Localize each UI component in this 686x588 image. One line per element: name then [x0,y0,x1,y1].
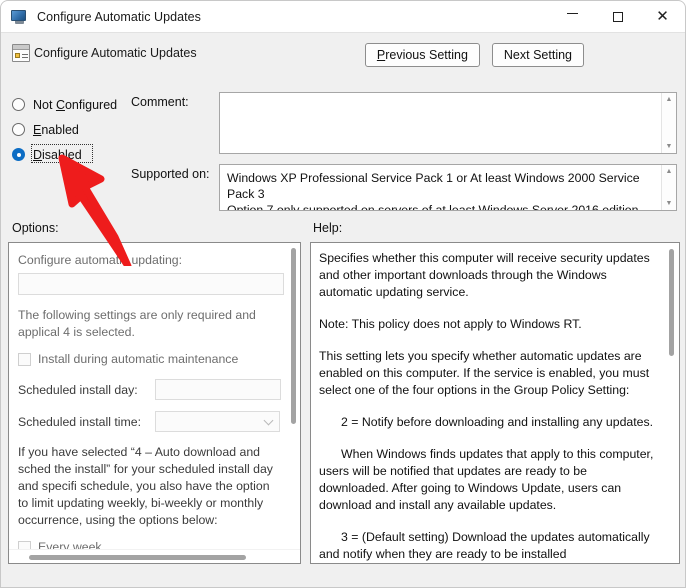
scheduled-install-day-label: Scheduled install day: [18,382,138,397]
supported-on-box: Windows XP Professional Service Pack 1 o… [219,164,677,211]
limit-updating-text: If you have selected “4 – Auto download … [18,445,273,527]
help-paragraph-5: When Windows finds updates that apply to… [319,447,654,512]
supported-on-line2: Option 7 only supported on servers of at… [227,203,639,210]
scrollbar-thumb[interactable] [669,249,674,356]
scheduled-install-day-row: Scheduled install day: [18,379,281,400]
scrollbar-thumb[interactable] [29,555,246,560]
help-paragraph-3: This setting lets you specify whether au… [319,349,650,397]
scheduled-install-day-select[interactable] [155,379,281,400]
policy-state-form: Not Configured Enabled Disabled Comment:… [1,83,685,214]
help-paragraph-6: 3 = (Default setting) Download the updat… [319,530,650,561]
checkbox-indicator [18,353,31,366]
options-content: Configure automatic updating: The follow… [9,243,287,549]
scheduled-install-time-row: Scheduled install time: [18,411,281,432]
scheduled-install-time-select[interactable] [155,411,280,432]
options-panel: Configure automatic updating: The follow… [8,242,301,564]
close-icon: ✕ [656,8,669,25]
setting-nav-buttons: Previous Setting Next Setting [364,43,584,67]
install-during-maintenance-label: Install during automatic maintenance [38,352,239,366]
window-title: Configure Automatic Updates [37,9,201,24]
policy-setting-icon [12,44,30,62]
supported-on-label: Supported on: [131,167,210,181]
options-vertical-scrollbar[interactable] [287,243,300,549]
configure-updating-label: Configure automatic updating: [18,253,183,267]
maximize-button[interactable] [595,1,640,32]
radio-not-configured[interactable]: Not Configured [12,92,117,117]
radio-indicator-enabled [12,123,25,136]
policy-state-radio-group: Not Configured Enabled Disabled [12,92,117,167]
configure-updating-select[interactable] [18,273,284,295]
chevron-down-icon [263,415,274,426]
policy-header: Configure Automatic Updates Previous Set… [1,32,685,83]
checkbox-indicator [18,541,31,549]
supported-on-text: Windows XP Professional Service Pack 1 o… [220,165,661,210]
every-week-label: Every week [38,540,102,549]
help-vertical-scrollbar[interactable] [665,243,679,563]
every-week-checkbox[interactable]: Every week [18,539,281,549]
help-label: Help: [313,221,343,235]
window-controls: ✕ [550,1,685,32]
previous-setting-button[interactable]: Previous Setting [364,43,480,67]
previous-setting-label: revious Setting [385,48,468,62]
close-button[interactable]: ✕ [640,1,685,32]
title-bar: Configure Automatic Updates ✕ [1,1,685,32]
policy-title: Configure Automatic Updates [34,46,197,60]
options-note-text: The following settings are only required… [18,308,256,339]
next-setting-button[interactable]: Next Setting [491,43,584,67]
help-panel: Specifies whether this computer will rec… [310,242,680,564]
scroll-down-icon[interactable]: ▼ [666,200,673,207]
help-paragraph-4: 2 = Notify before downloading and instal… [341,415,654,429]
comment-value [220,93,661,153]
supported-on-line1: Windows XP Professional Service Pack 1 o… [227,171,640,201]
scheduled-install-time-label: Scheduled install time: [18,414,142,429]
radio-label-enabled: Enabled [33,122,79,137]
radio-enabled[interactable]: Enabled [12,117,117,142]
radio-indicator-disabled [12,148,25,161]
radio-label-not-configured: Not Configured [33,97,118,112]
scroll-up-icon[interactable]: ▲ [666,168,673,175]
help-paragraph-1: Specifies whether this computer will rec… [319,251,650,299]
supported-on-scrollbar[interactable]: ▲ ▼ [661,165,676,210]
comment-textarea[interactable]: ▲ ▼ [219,92,677,154]
comment-label: Comment: [131,95,189,109]
panels-row: Configure automatic updating: The follow… [1,242,685,567]
install-during-maintenance-checkbox[interactable]: Install during automatic maintenance [18,351,281,368]
options-horizontal-scrollbar[interactable] [9,549,300,563]
scroll-down-icon[interactable]: ▼ [666,143,673,150]
scrollbar-thumb[interactable] [291,248,296,424]
scroll-up-icon[interactable]: ▲ [666,96,673,103]
minimize-button[interactable] [550,1,595,32]
configure-automatic-updates-dialog: Configure Automatic Updates ✕ Configure … [0,0,686,588]
radio-disabled[interactable]: Disabled [12,142,117,167]
options-label: Options: [12,221,59,235]
help-content: Specifies whether this computer will rec… [311,243,665,563]
help-paragraph-2: Note: This policy does not apply to Wind… [319,317,582,331]
focus-rectangle [31,144,93,163]
radio-indicator-not-configured [12,98,25,111]
monitor-icon [10,9,28,25]
section-label-row: Options: Help: [1,214,685,242]
comment-scrollbar[interactable]: ▲ ▼ [661,93,676,153]
